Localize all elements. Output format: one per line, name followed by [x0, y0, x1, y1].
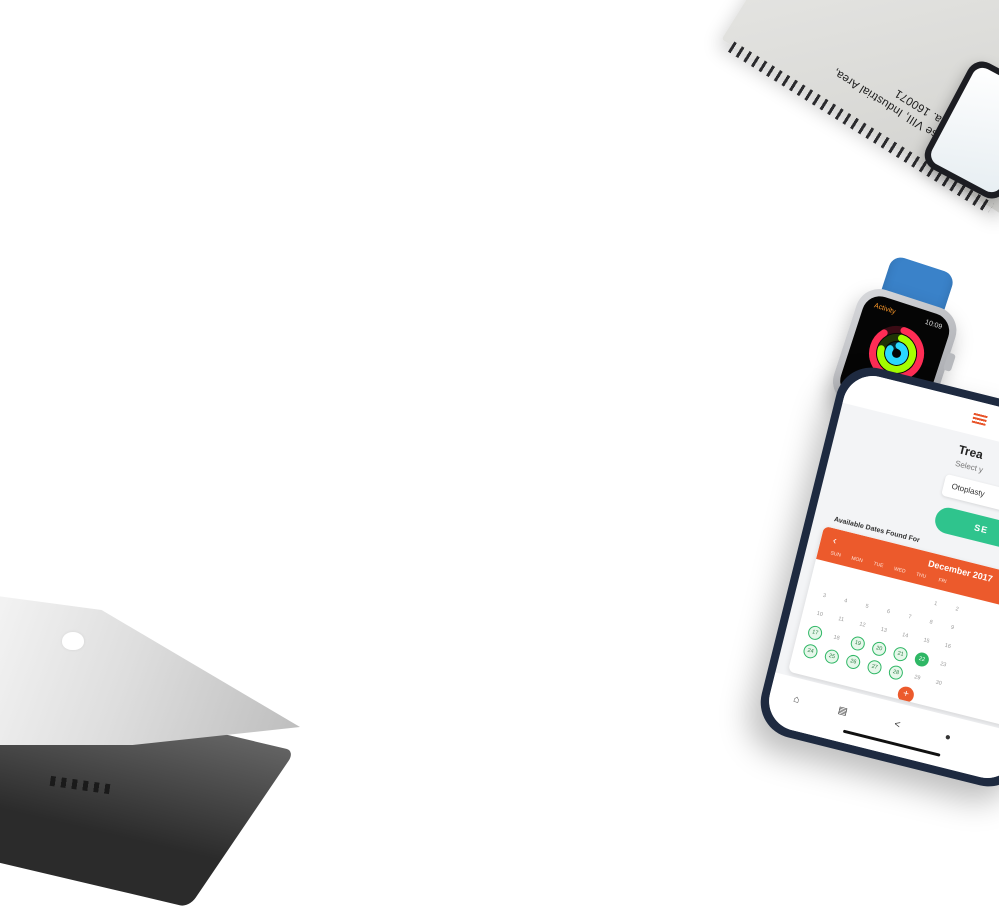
calendar-day[interactable]: 19	[849, 635, 867, 653]
ring-stand	[885, 341, 909, 365]
calendar-day: 16	[944, 642, 952, 651]
calendar-day: 6	[886, 608, 891, 616]
calendar-day[interactable]: 21	[891, 645, 909, 663]
calendar-day: 3	[822, 592, 827, 600]
calendar-empty-cell	[884, 585, 901, 602]
calendar-day: 10	[815, 610, 824, 619]
calendar-day: 7	[907, 614, 912, 621]
profile-icon[interactable]: ●	[943, 732, 952, 744]
watch-time: 10:09	[923, 318, 943, 331]
calendar-empty-cell	[906, 590, 923, 607]
weekday-label: WED	[893, 566, 907, 575]
calendar-day: 23	[939, 661, 947, 669]
calendar-empty-cell	[820, 569, 837, 586]
weekday-label: MON	[850, 555, 864, 565]
calendar-day: 14	[901, 632, 909, 640]
home-icon[interactable]: ⌂	[792, 694, 801, 706]
main-phone: Trea Select y Otoplasty SE Available Dat…	[753, 360, 999, 795]
weekday-label: FRI	[937, 577, 948, 586]
calendar-day: 13	[880, 626, 888, 635]
watch-crown	[942, 352, 957, 372]
calendar-day: 1	[933, 600, 938, 608]
calendar-empty-cell	[863, 580, 880, 597]
calendar-day[interactable]: 22	[913, 650, 931, 668]
calendar-day: 4	[843, 598, 848, 605]
calendar-day[interactable]: 28	[887, 664, 905, 682]
treatment-select-value: Otoplasty	[950, 481, 986, 499]
chevron-left-icon[interactable]: ‹	[832, 535, 838, 548]
calendar-day[interactable]: 24	[802, 642, 819, 660]
home-indicator	[842, 729, 941, 757]
laptop-lid	[0, 595, 300, 745]
watch-app-title: Activity	[873, 302, 897, 316]
calendar-day[interactable]: 27	[866, 658, 884, 676]
calendar-empty-cell	[842, 574, 859, 591]
calendar-day: 8	[928, 619, 934, 626]
menu-icon[interactable]	[971, 412, 988, 426]
screen-title: Trea	[957, 442, 985, 462]
share-icon[interactable]: <	[893, 719, 901, 731]
calendar-icon[interactable]: ▤	[837, 705, 849, 718]
calendar-day: 2	[954, 606, 960, 613]
weekday-label: SUN	[829, 550, 842, 559]
calendar-day: 5	[864, 603, 870, 610]
calendar-day[interactable]: 20	[870, 640, 888, 658]
apple-logo-icon	[62, 632, 84, 650]
add-button[interactable]: +	[896, 684, 916, 705]
calendar-day: 30	[934, 679, 943, 687]
calendar-day: 11	[837, 616, 845, 624]
weekday-label: TUE	[872, 561, 884, 570]
calendar-day: 18	[832, 634, 841, 642]
calendar-day[interactable]: 25	[823, 648, 841, 666]
calendar-day[interactable]: 17	[806, 624, 824, 642]
calendar-day: 15	[922, 637, 931, 645]
calendar-day[interactable]: 26	[844, 653, 862, 671]
phone-screen: Trea Select y Otoplasty SE Available Dat…	[762, 369, 999, 785]
search-button-label: SE	[973, 522, 990, 536]
calendar-day: 29	[913, 674, 921, 682]
weekday-label: THU	[915, 571, 927, 580]
calendar-day: 9	[950, 624, 955, 632]
calendar-day: 12	[858, 621, 867, 629]
